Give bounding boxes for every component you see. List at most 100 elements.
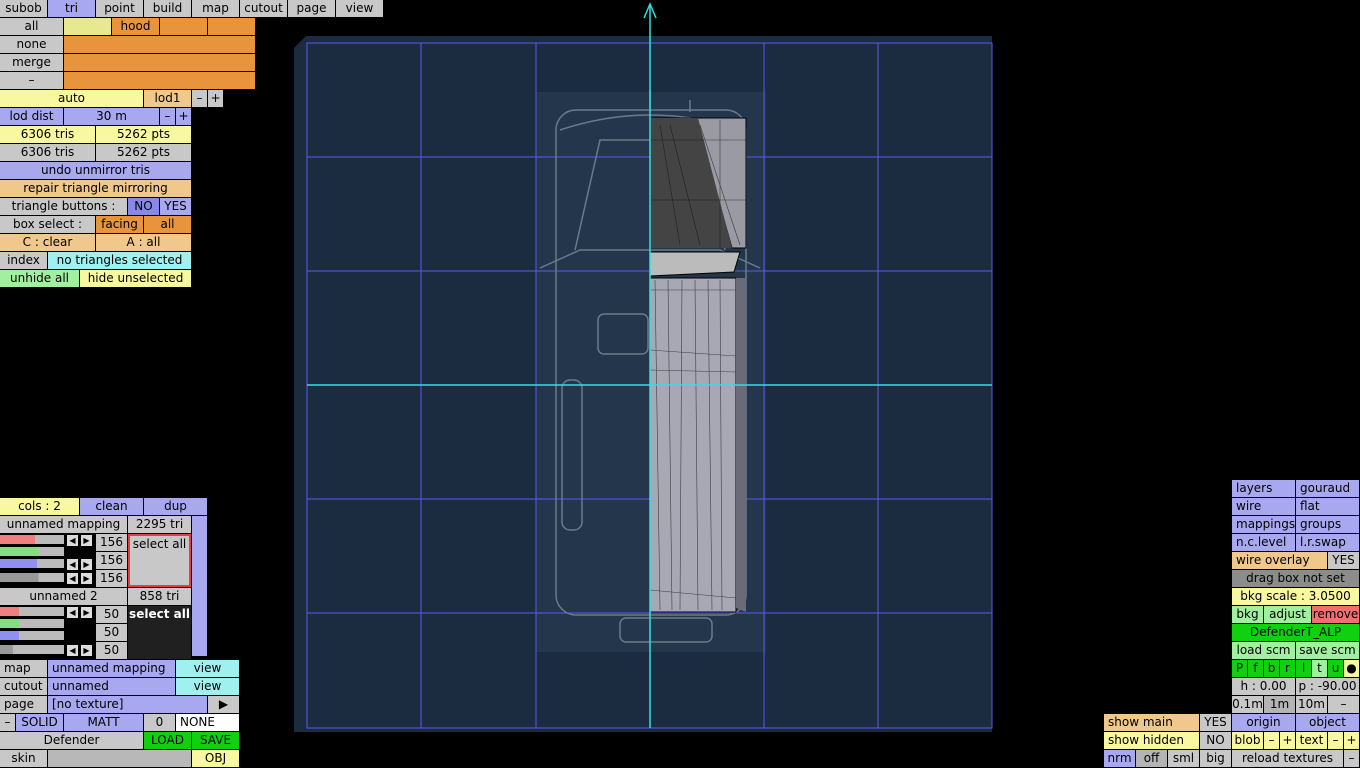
tri-buttons-yes[interactable]: YES xyxy=(160,198,191,215)
group-row[interactable] xyxy=(64,54,255,71)
arrow-right-icon[interactable]: ▶ xyxy=(81,645,92,656)
show-hidden-no[interactable]: NO xyxy=(1200,732,1231,749)
tab-tri[interactable]: tri xyxy=(48,0,95,17)
heading-value[interactable]: h : 0.00 xyxy=(1232,678,1295,695)
mesh-model[interactable] xyxy=(649,117,747,613)
arrow-left-icon[interactable]: ◀ xyxy=(67,607,78,618)
load-button[interactable]: LOAD xyxy=(144,732,191,749)
wire-button[interactable]: wire xyxy=(1232,498,1295,515)
view-f-button[interactable]: f xyxy=(1248,660,1263,677)
arrow-left-icon[interactable]: ◀ xyxy=(67,573,78,584)
text-minus[interactable]: – xyxy=(1328,732,1343,749)
wire-overlay-yes[interactable]: YES xyxy=(1328,552,1359,569)
lod-plus-button[interactable]: + xyxy=(208,90,223,107)
group-cell[interactable] xyxy=(64,18,111,35)
big-button[interactable]: big xyxy=(1200,750,1231,767)
select-none-button[interactable]: none xyxy=(0,36,63,53)
nc-level-button[interactable]: n.c.level xyxy=(1232,534,1295,551)
red-slider[interactable] xyxy=(0,535,64,544)
material-zero-value[interactable]: 0 xyxy=(144,714,175,731)
object-button[interactable]: object xyxy=(1296,714,1359,731)
view-r-button[interactable]: r xyxy=(1280,660,1295,677)
nrm-button[interactable]: nrm xyxy=(1104,750,1135,767)
view-p-button[interactable]: P xyxy=(1232,660,1247,677)
view-dot-icon[interactable]: ● xyxy=(1344,660,1359,677)
material-none-value[interactable]: NONE xyxy=(176,714,239,731)
grey-slider[interactable] xyxy=(0,573,64,582)
index-button[interactable]: index xyxy=(0,252,47,269)
map-value[interactable]: unnamed mapping xyxy=(48,660,175,677)
select-all-button[interactable]: all xyxy=(0,18,63,35)
arrow-right-icon[interactable]: ▶ xyxy=(81,607,92,618)
save-scm-button[interactable]: save scm xyxy=(1296,642,1359,659)
cols-button[interactable]: cols : 2 xyxy=(0,498,79,515)
adjust-button[interactable]: adjust xyxy=(1264,606,1311,623)
skin-field[interactable] xyxy=(48,750,191,767)
page-value[interactable]: [no texture] xyxy=(48,696,207,713)
text-plus[interactable]: + xyxy=(1344,732,1359,749)
view-t-button[interactable]: t xyxy=(1312,660,1327,677)
tab-point[interactable]: point xyxy=(96,0,143,17)
view-u-button[interactable]: u xyxy=(1328,660,1343,677)
mapping-2-value-b[interactable]: 50 xyxy=(96,642,127,659)
groups-button[interactable]: groups xyxy=(1296,516,1359,533)
mapping-1-value-b[interactable]: 156 xyxy=(96,570,127,587)
lod1-button[interactable]: lod1 xyxy=(144,90,191,107)
dup-button[interactable]: dup xyxy=(144,498,207,515)
grey-slider[interactable] xyxy=(0,645,64,654)
group-row[interactable] xyxy=(64,36,255,53)
tri-buttons-no[interactable]: NO xyxy=(128,198,159,215)
cutout-value[interactable]: unnamed xyxy=(48,678,175,695)
bkg-image-name[interactable]: DefenderT_ALP xyxy=(1232,624,1359,641)
group-cell[interactable] xyxy=(208,18,255,35)
green-slider[interactable] xyxy=(0,619,64,628)
view-l-button[interactable]: l xyxy=(1296,660,1311,677)
flat-button[interactable]: flat xyxy=(1296,498,1359,515)
lod-minus-button[interactable]: – xyxy=(192,90,207,107)
lod-dist-value[interactable]: 30 m xyxy=(64,108,159,125)
dash-button[interactable]: – xyxy=(0,72,63,89)
group-hood-button[interactable]: hood xyxy=(112,18,159,35)
mapping-1-value-r[interactable]: 156 xyxy=(96,534,127,551)
tab-build[interactable]: build xyxy=(144,0,191,17)
sml-button[interactable]: sml xyxy=(1168,750,1199,767)
arrow-left-icon[interactable]: ◀ xyxy=(67,559,78,570)
step-10m[interactable]: 10m xyxy=(1296,696,1327,713)
clean-button[interactable]: clean xyxy=(80,498,143,515)
mapping-2-select-all[interactable]: select all xyxy=(128,606,191,659)
mapping-2-value-r[interactable]: 50 xyxy=(96,606,127,623)
mapping-1-name[interactable]: unnamed mapping xyxy=(0,516,127,533)
step-1m[interactable]: 1m xyxy=(1264,696,1295,713)
box-select-facing[interactable]: facing xyxy=(96,216,143,233)
hide-unselected-button[interactable]: hide unselected xyxy=(80,270,191,287)
layers-button[interactable]: layers xyxy=(1232,480,1295,497)
reload-textures-button[interactable]: reload textures xyxy=(1232,750,1343,767)
tab-page[interactable]: page xyxy=(288,0,335,17)
blue-slider[interactable] xyxy=(0,559,64,568)
arrow-right-icon[interactable]: ▶ xyxy=(81,573,92,584)
bkg-button[interactable]: bkg xyxy=(1232,606,1263,623)
tab-view[interactable]: view xyxy=(336,0,383,17)
pitch-value[interactable]: p : -90.00 xyxy=(1296,678,1359,695)
lod-dist-minus[interactable]: – xyxy=(160,108,175,125)
step-0-1m[interactable]: 0.1m xyxy=(1232,696,1263,713)
undo-unmirror-button[interactable]: undo unmirror tris xyxy=(0,162,191,179)
matt-button[interactable]: MATT xyxy=(64,714,143,731)
unhide-all-button[interactable]: unhide all xyxy=(0,270,79,287)
tab-cutout[interactable]: cutout xyxy=(240,0,287,17)
mapping-2-name[interactable]: unnamed 2 xyxy=(0,588,127,605)
show-main-yes[interactable]: YES xyxy=(1200,714,1231,731)
mapping-2-value-g[interactable]: 50 xyxy=(96,624,127,641)
arrow-left-icon[interactable]: ◀ xyxy=(67,645,78,656)
group-cell[interactable] xyxy=(160,18,207,35)
red-slider[interactable] xyxy=(0,607,64,616)
cutout-view-button[interactable]: view xyxy=(176,678,239,695)
bkg-scale[interactable]: bkg scale : 3.0500 xyxy=(1232,588,1359,605)
group-row[interactable] xyxy=(64,72,255,89)
mapping-1-select-all[interactable]: select all xyxy=(128,534,191,587)
gouraud-button[interactable]: gouraud xyxy=(1296,480,1359,497)
lod-dist-plus[interactable]: + xyxy=(176,108,191,125)
arrow-right-icon[interactable]: ▶ xyxy=(81,535,92,546)
save-button[interactable]: SAVE xyxy=(192,732,239,749)
tab-subob[interactable]: subob xyxy=(0,0,47,17)
